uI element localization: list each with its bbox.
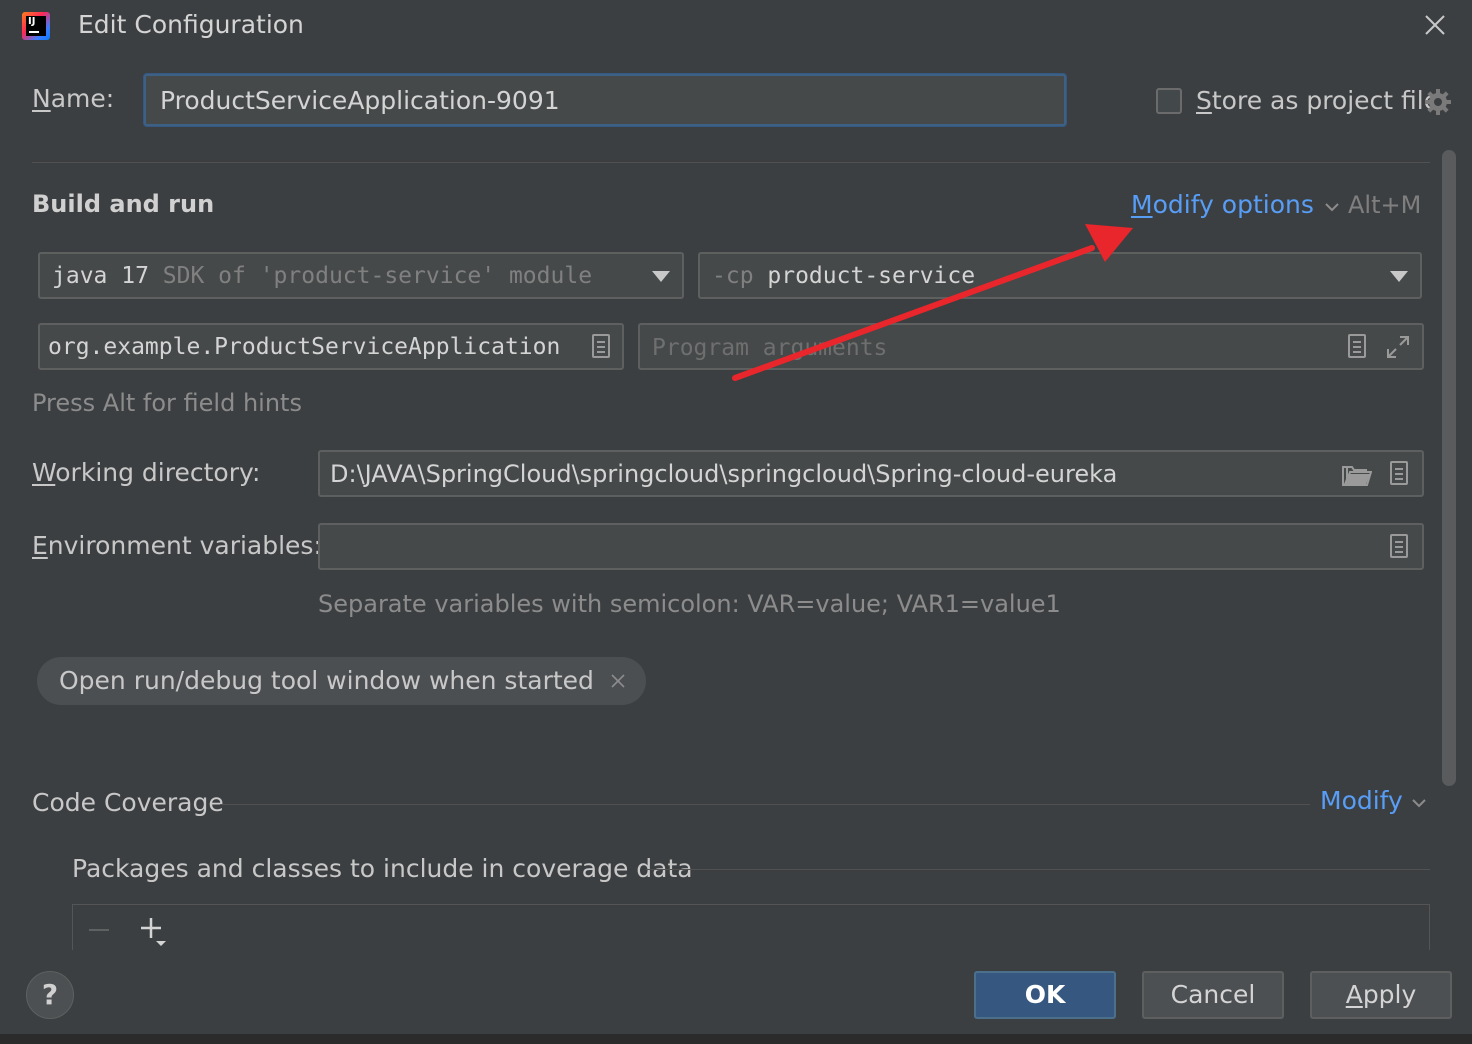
- environment-variables-input[interactable]: [318, 523, 1424, 570]
- close-icon: [1425, 15, 1445, 35]
- background-window-strip: [0, 1034, 1472, 1044]
- code-coverage-divider: [220, 804, 1310, 805]
- gear-icon[interactable]: [1424, 88, 1452, 116]
- name-input[interactable]: [144, 74, 1066, 126]
- browse-document-icon[interactable]: [592, 334, 610, 358]
- packages-title: Packages and classes to include in cover…: [72, 854, 693, 883]
- dropdown-arrow-icon: [652, 271, 670, 282]
- open-tool-window-option-chip[interactable]: Open run/debug tool window when started: [37, 657, 646, 705]
- environment-variables-label: Environment variables:: [32, 531, 322, 560]
- insert-macro-document-icon[interactable]: [1348, 334, 1366, 358]
- modify-options-link[interactable]: Modify options: [1131, 190, 1340, 219]
- ok-button[interactable]: OK: [974, 971, 1116, 1019]
- option-chip-label: Open run/debug tool window when started: [59, 666, 594, 695]
- red-annotation-arrow: [732, 224, 1133, 381]
- code-coverage-title: Code Coverage: [32, 788, 224, 817]
- edit-environment-document-icon[interactable]: [1390, 534, 1408, 558]
- remove-package-button[interactable]: [88, 918, 110, 942]
- coverage-modify-link[interactable]: Modify: [1320, 786, 1427, 815]
- top-divider: [32, 162, 1430, 163]
- environment-variables-hint: Separate variables with semicolon: VAR=v…: [318, 590, 1061, 618]
- jre-select[interactable]: java 17 SDK of 'product-service' module: [38, 252, 684, 299]
- chevron-down-icon: [1411, 786, 1427, 815]
- help-button[interactable]: ?: [26, 971, 74, 1019]
- name-label: Name:: [32, 84, 115, 113]
- chevron-down-icon: [1324, 190, 1340, 219]
- close-button[interactable]: [1418, 8, 1452, 42]
- minus-icon: [89, 929, 109, 931]
- packages-divider: [646, 869, 1430, 870]
- apply-button[interactable]: Apply: [1310, 971, 1452, 1019]
- dropdown-arrow-icon: [1390, 271, 1408, 282]
- remove-option-icon[interactable]: [610, 673, 626, 689]
- field-hints-text: Press Alt for field hints: [32, 389, 302, 417]
- main-class-input[interactable]: org.example.ProductServiceApplication: [38, 323, 624, 370]
- vertical-scrollbar[interactable]: [1442, 150, 1456, 786]
- program-arguments-input[interactable]: Program arguments: [638, 323, 1424, 370]
- modify-options-shortcut: Alt+M: [1348, 191, 1422, 219]
- window-title: Edit Configuration: [78, 10, 304, 39]
- cancel-button[interactable]: Cancel: [1142, 971, 1284, 1019]
- store-as-project-file-label[interactable]: Store as project file: [1196, 86, 1439, 115]
- expand-icon[interactable]: [1384, 333, 1412, 361]
- working-directory-label: Working directory:: [32, 458, 261, 487]
- classpath-module-select[interactable]: -cp product-service: [698, 252, 1422, 299]
- build-and-run-title: Build and run: [32, 190, 215, 218]
- add-package-button[interactable]: [138, 914, 170, 948]
- folder-icon[interactable]: [1342, 463, 1372, 487]
- plus-icon: [141, 918, 166, 946]
- intellij-app-icon: IJ: [22, 12, 50, 40]
- insert-macro-document-icon[interactable]: [1390, 461, 1408, 485]
- packages-list[interactable]: [72, 904, 1430, 954]
- store-as-project-file-checkbox[interactable]: [1156, 88, 1182, 114]
- working-directory-input[interactable]: D:\JAVA\SpringCloud\springcloud\springcl…: [318, 450, 1424, 497]
